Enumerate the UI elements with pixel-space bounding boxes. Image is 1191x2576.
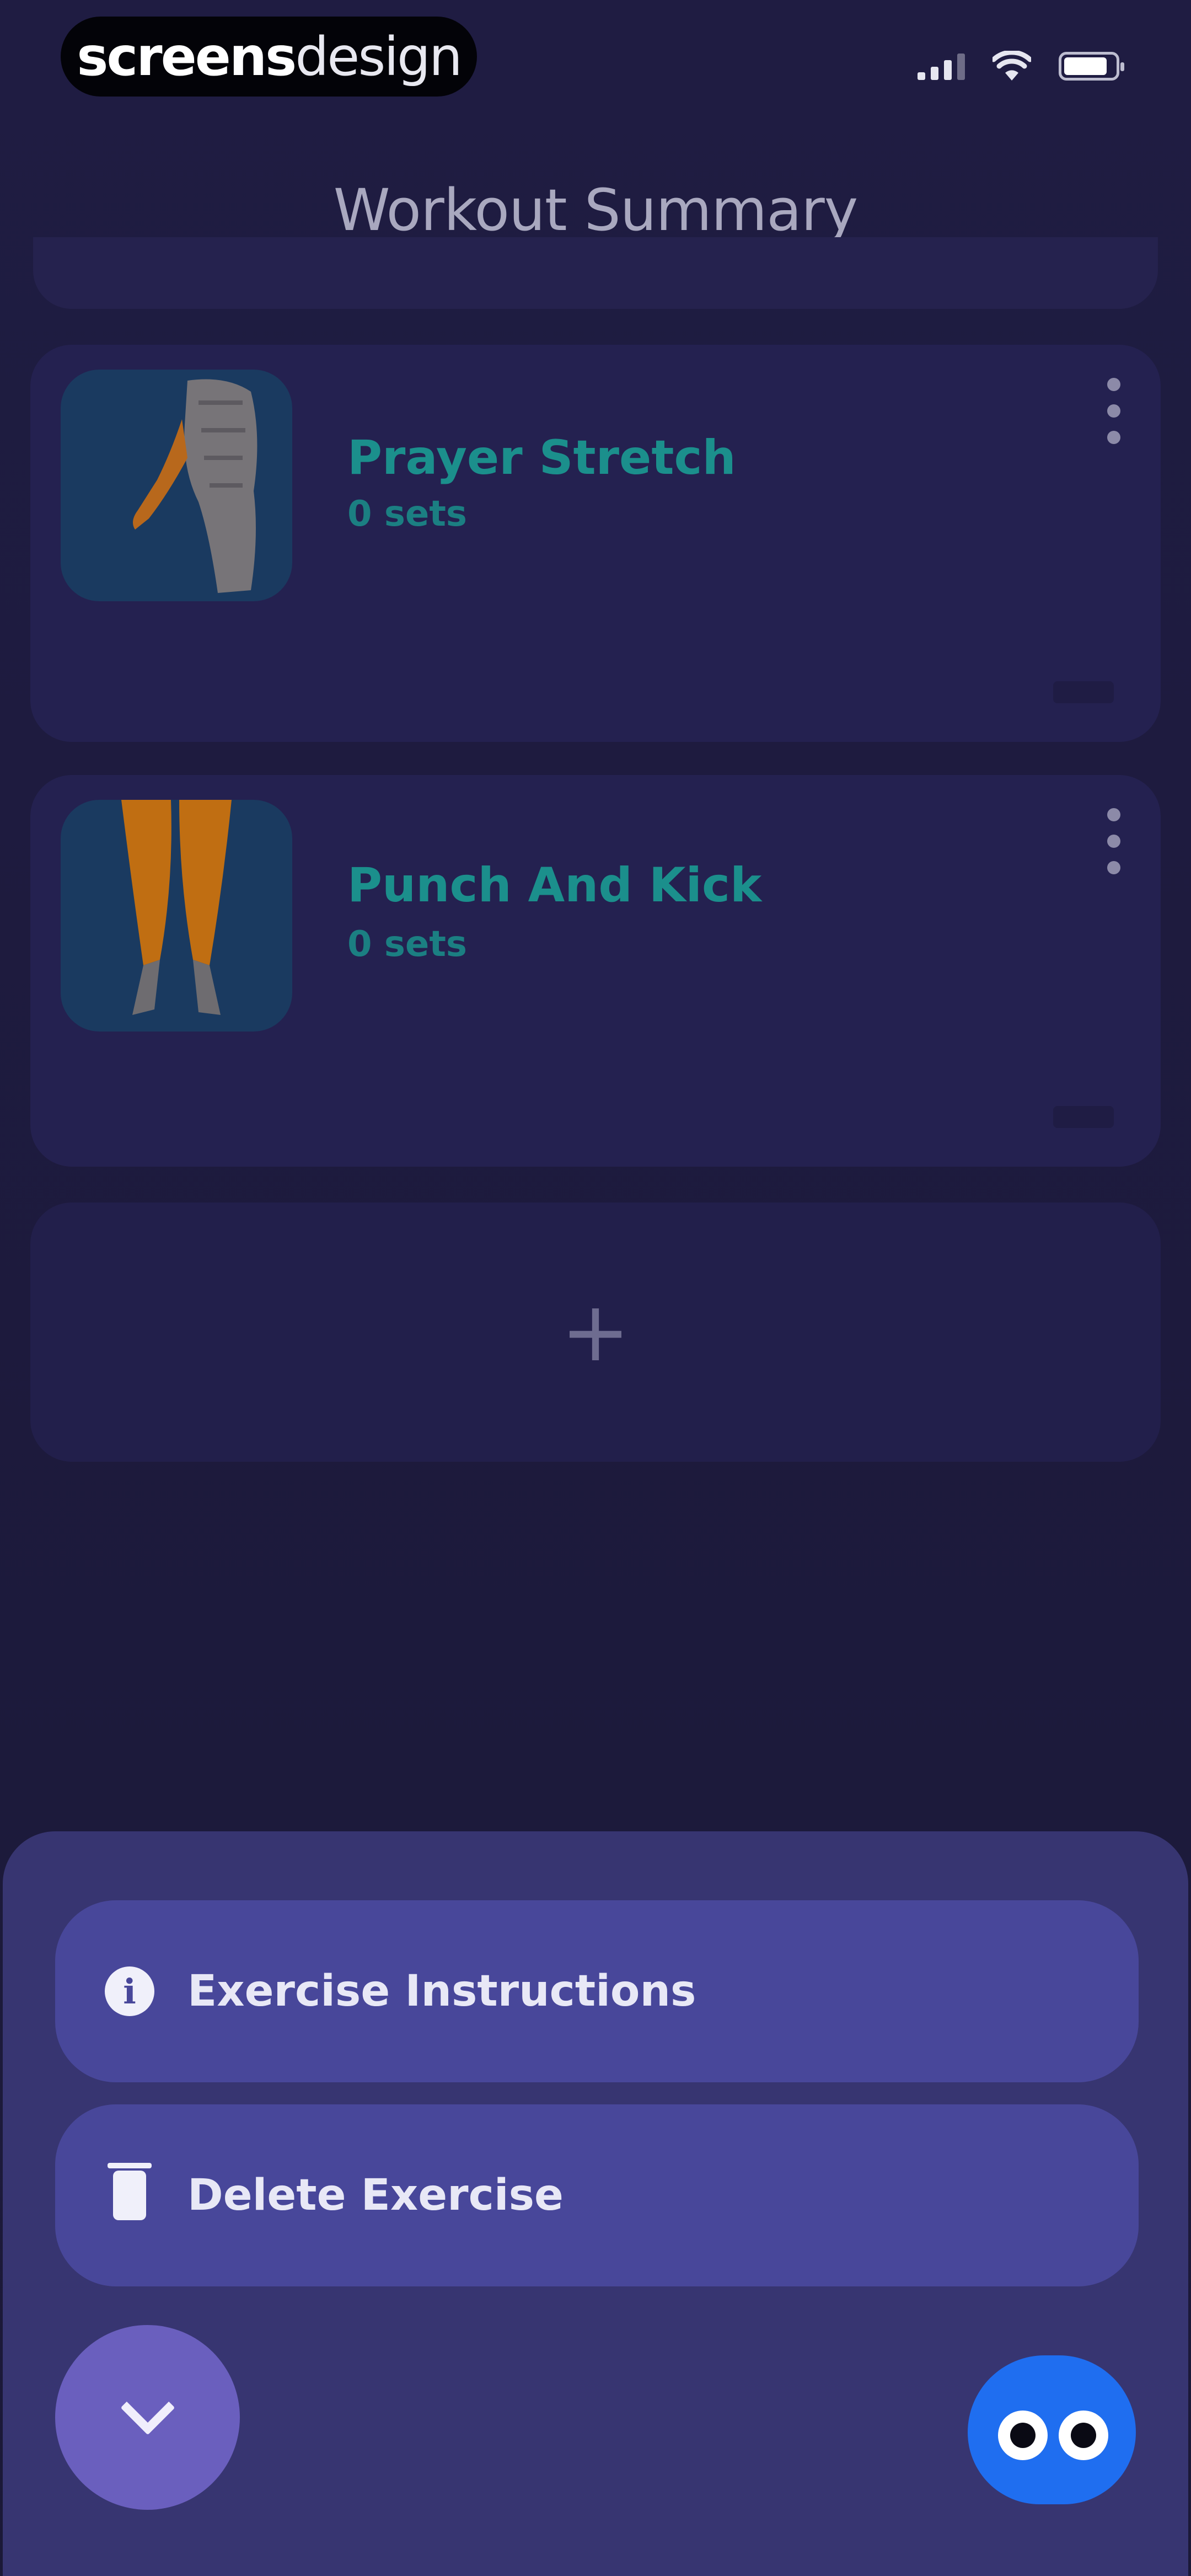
battery-icon — [1059, 52, 1124, 81]
more-options-icon[interactable] — [1103, 378, 1125, 444]
exercise-thumbnail — [61, 800, 292, 1032]
previous-exercise-card[interactable] — [33, 237, 1158, 309]
muscle-body-icon — [133, 379, 257, 593]
cellular-signal-icon — [918, 52, 965, 80]
exercise-instructions-label: Exercise Instructions — [187, 1966, 696, 2016]
brand-logo-light: design — [295, 25, 462, 88]
exercise-sets: 0 sets — [347, 924, 467, 965]
brand-logo-bold: screens — [77, 25, 297, 88]
muscle-legs-icon — [121, 800, 232, 1015]
collapse-sheet-button[interactable] — [55, 2325, 240, 2510]
chevron-down-icon — [120, 2380, 175, 2435]
more-options-icon[interactable] — [1103, 808, 1125, 874]
exercise-name: Punch And Kick — [347, 858, 762, 913]
screen: screensdesign Workout Summary Prayer Str… — [0, 0, 1191, 2576]
brand-logo: screensdesign — [77, 25, 463, 88]
exercise-sets: 0 sets — [347, 494, 467, 535]
mascot-eye-right — [1059, 2411, 1108, 2460]
delete-exercise-button[interactable]: Delete Exercise — [55, 2104, 1139, 2286]
exercise-card-punch-and-kick[interactable]: Punch And Kick 0 sets — [30, 775, 1161, 1167]
page-title: Workout Summary — [333, 177, 859, 244]
wifi-icon — [993, 51, 1031, 81]
mascot-eye-left — [998, 2411, 1048, 2460]
brand-badge: screensdesign — [61, 17, 477, 97]
drag-handle-icon[interactable] — [1053, 681, 1114, 703]
exercise-instructions-button[interactable]: i Exercise Instructions — [55, 1900, 1139, 2082]
info-icon: i — [105, 1966, 154, 2016]
exercise-name: Prayer Stretch — [347, 430, 736, 485]
delete-exercise-label: Delete Exercise — [187, 2171, 564, 2220]
plus-icon: + — [561, 1284, 630, 1380]
trash-icon — [108, 2163, 152, 2220]
assistant-mascot-button[interactable] — [968, 2355, 1136, 2504]
exercise-card-prayer-stretch[interactable]: Prayer Stretch 0 sets — [30, 345, 1161, 742]
drag-handle-icon[interactable] — [1053, 1106, 1114, 1128]
add-exercise-button[interactable]: + — [30, 1203, 1161, 1462]
exercise-thumbnail — [61, 370, 292, 601]
status-bar — [918, 47, 1124, 85]
